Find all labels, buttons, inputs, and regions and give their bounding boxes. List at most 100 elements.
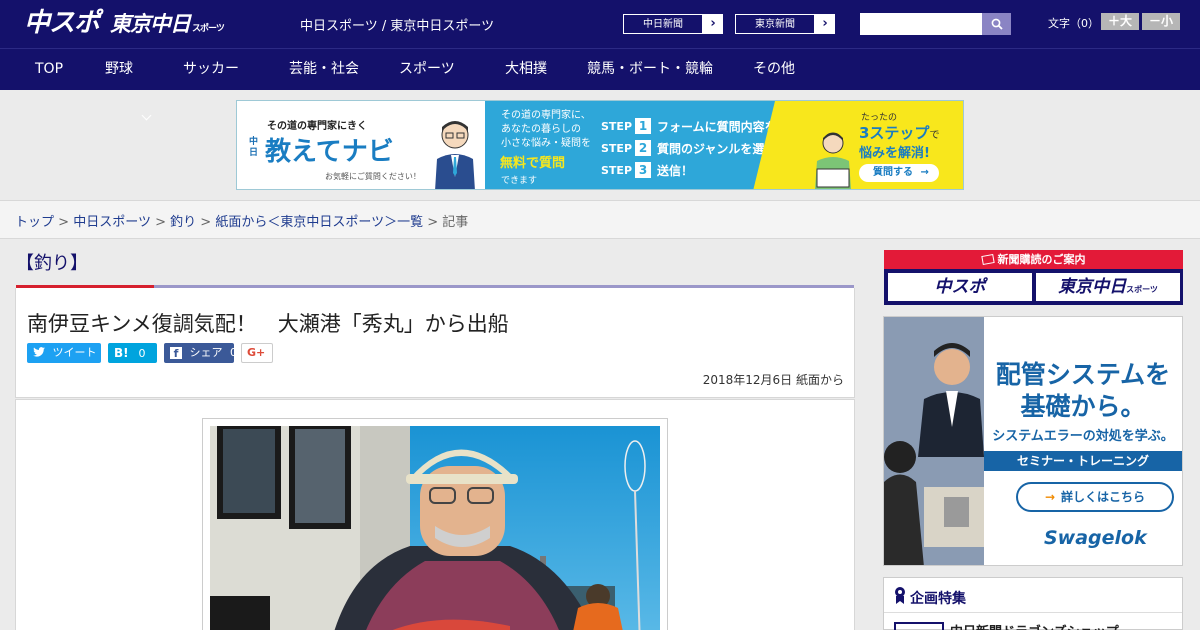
- nav-item-racing[interactable]: 競馬・ボート・競輪: [587, 49, 713, 90]
- tweet-label: ツイート: [52, 346, 97, 359]
- subscribe-tokyo-chunichi-button[interactable]: 東京中日スポーツ: [1036, 273, 1180, 301]
- kikaku-divider: [884, 612, 1182, 613]
- banner-cta-button[interactable]: 質問する →: [859, 164, 939, 182]
- nav-item-sumo[interactable]: 大相撲: [505, 49, 547, 90]
- article-date: 2018年12月6日 紙面から: [702, 373, 844, 387]
- nav-item-entertainment[interactable]: 芸能・社会: [289, 49, 359, 90]
- hatena-icon: B!: [114, 346, 129, 360]
- subscribe-chuspo-button[interactable]: 中スポ: [888, 273, 1032, 301]
- font-smaller-button[interactable]: －小: [1142, 13, 1180, 30]
- banner-free-question: 無料で質問: [500, 156, 566, 171]
- breadcrumb-separator: >: [58, 215, 70, 230]
- category-label: 【釣り】: [16, 253, 88, 274]
- search-icon: [991, 18, 1003, 30]
- breadcrumb-chunichi-sports[interactable]: 中日スポーツ: [73, 215, 151, 230]
- newspaper-icon: [980, 254, 995, 265]
- facebook-share-button[interactable]: f シェア 0: [164, 343, 237, 363]
- twitter-icon: [33, 347, 45, 357]
- ad-headline: 配管システムを 基礎から。: [984, 359, 1182, 423]
- ad-details-button[interactable]: → 詳しくはこちら: [1016, 482, 1174, 512]
- nav-item-soccer[interactable]: サッカー: [183, 49, 239, 90]
- nav-item-baseball[interactable]: 野球: [105, 49, 133, 90]
- ad-band: セミナー・トレーニング: [984, 451, 1182, 471]
- banner-dekimasu: できます: [501, 176, 538, 186]
- step-number: 2: [635, 140, 652, 156]
- kikaku-box: 企画特集 中日新聞ドラゴンズショップ: [883, 577, 1183, 630]
- kikaku-item-thumb[interactable]: [894, 622, 944, 630]
- breadcrumb: トップ > 中日スポーツ > 釣り > 紙面から＜東京中日スポーツ＞一覧 > 記…: [15, 211, 468, 230]
- tokyo-logo-small: スポーツ: [192, 24, 225, 34]
- breadcrumb-fishing[interactable]: 釣り: [170, 215, 196, 230]
- step-text: 送信！: [657, 163, 694, 178]
- article-title: 南伊豆キンメ復調気配！ 大瀬港「秀丸」から出船: [27, 312, 509, 336]
- ad-headline-line: 配管システムを: [995, 360, 1171, 389]
- step-label: STEP: [601, 119, 633, 133]
- banner-de: で: [929, 130, 940, 141]
- arrow-right-icon: →: [920, 167, 929, 178]
- banner-brand: 教えてナビ: [265, 137, 394, 167]
- banner-right-panel: たったの 3ステップで 悩みを解消! 質問する →: [775, 101, 963, 189]
- subscription-header: 新聞購読のご案内: [884, 250, 1183, 269]
- article-body: [15, 399, 855, 630]
- subscription-header-label: 新聞購読のご案内: [997, 253, 1086, 266]
- breadcrumb-separator: >: [427, 215, 439, 230]
- banner-cta-label: 質問する: [873, 167, 913, 178]
- nav-item-sports[interactable]: スポーツ: [399, 49, 455, 90]
- search-button[interactable]: [982, 13, 1011, 35]
- kikaku-title: 企画特集: [910, 591, 966, 607]
- chunichi-shimbun-link[interactable]: 中日新聞 ›: [622, 13, 724, 35]
- swagelok-logo: Swagelok: [1044, 527, 1147, 549]
- nav-label: 野球: [105, 61, 133, 77]
- hatena-bookmark-button[interactable]: B! 0: [108, 343, 157, 363]
- banner-tagline: その道の専門家にきく: [267, 121, 367, 132]
- chuspo-logo[interactable]: 中スポ: [24, 8, 100, 40]
- ad-details-label: 詳しくはこちら: [1061, 490, 1146, 504]
- banner-left-panel: その道の専門家にきく 中日 教えてナビ お気軽にご質問ください！: [237, 101, 485, 189]
- breadcrumb-bar: トップ > 中日スポーツ > 釣り > 紙面から＜東京中日スポーツ＞一覧 > 記…: [0, 200, 1200, 239]
- nav-item-other[interactable]: その他: [753, 49, 795, 90]
- person-laptop-illustration: [815, 132, 851, 189]
- ad-headline-line: 基礎から。: [1020, 392, 1146, 421]
- nav-label: その他: [753, 61, 795, 77]
- google-plus-button[interactable]: G+: [241, 343, 273, 363]
- step-label: STEP: [601, 163, 633, 177]
- article-header: 南伊豆キンメ復調気配！ 大瀬港「秀丸」から出船 ツイート B! 0 f シェア …: [15, 288, 855, 398]
- google-plus-icon: G+: [247, 346, 266, 359]
- businessman-illustration: [435, 121, 475, 189]
- tweet-button[interactable]: ツイート: [27, 343, 101, 363]
- site-name: 中日スポーツ / 東京中日スポーツ: [300, 19, 495, 34]
- sub-tokyo-small: スポーツ: [1126, 285, 1158, 294]
- tokyo-shimbun-link[interactable]: 東京新聞 ›: [734, 13, 836, 35]
- nav-label: サッカー: [183, 61, 239, 77]
- banner-right-big: 3ステップで: [859, 122, 939, 143]
- banner-middle-panel: その道の専門家に、 あなたの暮らしの 小さな悩み・疑問を 無料で質問 できます …: [485, 101, 801, 189]
- breadcrumb-separator: >: [155, 215, 166, 230]
- subscription-box: 新聞購読のご案内 中スポ 東京中日スポーツ: [884, 250, 1183, 305]
- paper-link-label: 中日新聞: [623, 14, 703, 34]
- banner-mid-line: あなたの暮らしの: [501, 124, 581, 135]
- article-photo: [210, 426, 660, 630]
- ribbon-icon: [895, 587, 905, 604]
- breadcrumb-top[interactable]: トップ: [15, 215, 54, 230]
- chevron-down-icon: [141, 110, 152, 121]
- chevron-right-icon: ›: [710, 16, 716, 31]
- seminar-photo: [884, 317, 984, 565]
- banner-diagonal: [753, 101, 775, 189]
- kikaku-item-link[interactable]: 中日新聞ドラゴンズショップ: [950, 621, 1119, 630]
- step-label: STEP: [601, 141, 633, 155]
- breadcrumb-current: 記事: [442, 215, 469, 230]
- breadcrumb-separator: >: [200, 215, 212, 230]
- nav-item-top[interactable]: TOP: [35, 49, 63, 90]
- breadcrumb-from-paper[interactable]: 紙面から＜東京中日スポーツ＞一覧: [215, 215, 423, 230]
- swagelok-ad[interactable]: 配管システムを 基礎から。 システムエラーの対処を学ぶ。 セミナー・トレーニング…: [883, 316, 1183, 566]
- oshiete-navi-banner[interactable]: その道の専門家にきく 中日 教えてナビ お気軽にご質問ください！ その道の専門家…: [236, 100, 964, 190]
- paper-link-label: 東京新聞: [735, 14, 815, 34]
- banner-step-3: STEP 3 送信！: [601, 161, 693, 179]
- tokyo-chunichi-logo[interactable]: 東京中日 スポーツ: [110, 8, 225, 40]
- font-bigger-button[interactable]: ＋大: [1101, 13, 1139, 30]
- search-input[interactable]: [860, 13, 982, 35]
- article-photo-frame: [202, 418, 668, 630]
- banner-brand-prefix: 中日: [249, 137, 259, 158]
- banner-mid-line: 小さな悩み・疑問を: [501, 138, 591, 149]
- chevron-right-icon: ›: [822, 16, 828, 31]
